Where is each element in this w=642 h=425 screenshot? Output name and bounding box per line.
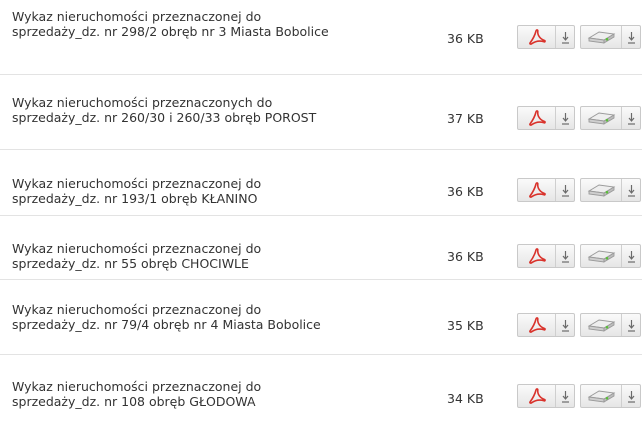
download-arrow-icon	[621, 245, 640, 267]
document-title: Wykaz nieruchomości przeznaczonej do spr…	[12, 176, 262, 206]
save-download-button[interactable]	[580, 313, 641, 337]
save-download-button[interactable]	[580, 106, 641, 130]
download-arrow-icon	[555, 385, 574, 407]
pdf-download-button[interactable]	[517, 106, 575, 130]
disk-icon	[581, 26, 621, 48]
download-arrow-icon	[555, 179, 574, 201]
download-arrow-icon	[621, 314, 640, 336]
disk-icon	[581, 245, 621, 267]
pdf-download-button[interactable]	[517, 178, 575, 202]
download-arrow-icon	[555, 314, 574, 336]
document-title: Wykaz nieruchomości przeznaczonej do spr…	[12, 302, 321, 332]
document-list: Wykaz nieruchomości przeznaczonej do spr…	[0, 0, 642, 425]
list-item: Wykaz nieruchomości przeznaczonej do spr…	[0, 280, 642, 355]
save-download-button[interactable]	[580, 178, 641, 202]
pdf-icon	[518, 26, 555, 48]
disk-icon	[581, 179, 621, 201]
disk-icon	[581, 385, 621, 407]
list-item: Wykaz nieruchomości przeznaczonej do spr…	[0, 216, 642, 280]
disk-icon	[581, 107, 621, 129]
file-size: 35 KB	[447, 318, 484, 333]
pdf-icon	[518, 107, 555, 129]
pdf-icon	[518, 385, 555, 407]
download-arrow-icon	[621, 26, 640, 48]
file-size: 37 KB	[447, 111, 484, 126]
download-arrow-icon	[555, 26, 574, 48]
file-size: 34 KB	[447, 391, 484, 406]
pdf-download-button[interactable]	[517, 313, 575, 337]
pdf-icon	[518, 314, 555, 336]
list-item: Wykaz nieruchomości przeznaczonych do sp…	[0, 75, 642, 150]
list-item: Wykaz nieruchomości przeznaczonej do spr…	[0, 355, 642, 425]
list-item: Wykaz nieruchomości przeznaczonej do spr…	[0, 150, 642, 216]
document-title: Wykaz nieruchomości przeznaczonej do spr…	[12, 9, 329, 39]
pdf-download-button[interactable]	[517, 384, 575, 408]
document-title: Wykaz nieruchomości przeznaczonej do spr…	[12, 241, 262, 271]
save-download-button[interactable]	[580, 25, 641, 49]
save-download-button[interactable]	[580, 244, 641, 268]
disk-icon	[581, 314, 621, 336]
file-size: 36 KB	[447, 31, 484, 46]
download-arrow-icon	[621, 179, 640, 201]
save-download-button[interactable]	[580, 384, 641, 408]
document-title: Wykaz nieruchomości przeznaczonych do sp…	[12, 95, 317, 125]
pdf-icon	[518, 179, 555, 201]
download-arrow-icon	[621, 385, 640, 407]
file-size: 36 KB	[447, 249, 484, 264]
pdf-icon	[518, 245, 555, 267]
download-arrow-icon	[621, 107, 640, 129]
document-title: Wykaz nieruchomości przeznaczonej do spr…	[12, 379, 262, 409]
download-arrow-icon	[555, 245, 574, 267]
pdf-download-button[interactable]	[517, 244, 575, 268]
download-arrow-icon	[555, 107, 574, 129]
pdf-download-button[interactable]	[517, 25, 575, 49]
file-size: 36 KB	[447, 184, 484, 199]
list-item: Wykaz nieruchomości przeznaczonej do spr…	[0, 0, 642, 75]
